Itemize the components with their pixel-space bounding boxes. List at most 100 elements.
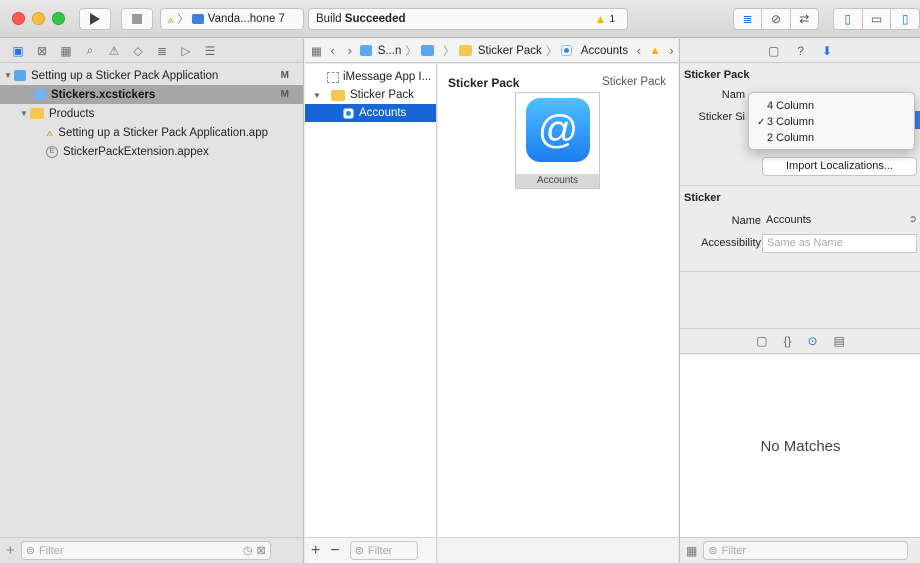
debug-area-toggle-icon[interactable]: ▭ bbox=[863, 9, 892, 29]
sticker-section-title: Sticker bbox=[684, 192, 721, 204]
toolbar: ⟑ 〉 Vanda...hone 7 Build Succeeded ▲ 1 ≣… bbox=[0, 0, 920, 38]
tree-item-project[interactable]: ▼ Setting up a Sticker Pack Application … bbox=[0, 66, 303, 85]
jump-crumb-project[interactable]: S...n bbox=[378, 45, 402, 57]
stop-button[interactable] bbox=[121, 8, 153, 30]
library-filter-field[interactable]: ⊜ Filter bbox=[703, 541, 909, 560]
assistant-editor-icon[interactable]: ⊘ bbox=[762, 9, 791, 29]
tree-item-extension[interactable]: E StickerPackExtension.appex bbox=[0, 142, 303, 161]
file-template-icon[interactable]: ▢ bbox=[756, 334, 767, 348]
modified-badge: M bbox=[280, 70, 289, 81]
asset-filter-field[interactable]: ⊜ Filter bbox=[349, 541, 418, 560]
standard-editor-icon[interactable]: ≣ bbox=[734, 9, 763, 29]
chevron-right-icon: 〉 bbox=[443, 45, 455, 58]
play-icon bbox=[90, 13, 100, 25]
menu-item-3-column[interactable]: ✓ 3 Column bbox=[749, 114, 914, 130]
utilities-toggle-icon[interactable]: ▯ bbox=[891, 9, 919, 29]
disclosure-open-icon[interactable]: ▼ bbox=[311, 91, 323, 100]
issue-icon[interactable]: ⚠ bbox=[102, 44, 126, 58]
add-icon[interactable]: + bbox=[311, 542, 320, 560]
tree-item-label: Stickers.xcstickers bbox=[51, 88, 156, 101]
source-control-icon[interactable]: ⊠ bbox=[30, 44, 54, 58]
view-toggle-control: ▯ ▭ ▯ bbox=[833, 8, 920, 30]
tree-item-products[interactable]: ▼ Products bbox=[0, 104, 303, 123]
device-icon bbox=[191, 14, 204, 24]
search-icon[interactable]: ⌕ bbox=[78, 43, 102, 58]
prev-issue-icon[interactable]: ‹ bbox=[632, 43, 645, 58]
scheme-label: Vanda...hone 7 bbox=[207, 13, 285, 25]
asset-item-accounts[interactable]: Accounts bbox=[305, 104, 436, 122]
filter-placeholder: Filter bbox=[721, 544, 747, 557]
breakpoint-icon[interactable]: ▷ bbox=[174, 44, 198, 58]
folder-icon[interactable]: ▣ bbox=[6, 44, 30, 58]
asset-item-imessage-icon[interactable]: iMessage App I... bbox=[305, 68, 436, 86]
code-snippet-icon[interactable]: {} bbox=[783, 334, 791, 348]
sticker-name-value: Accounts bbox=[766, 214, 812, 226]
object-library-icon[interactable]: ⊙ bbox=[807, 334, 817, 348]
stop-icon bbox=[132, 14, 142, 24]
related-items-icon[interactable]: ▦ bbox=[311, 44, 322, 58]
minimize-window-button[interactable] bbox=[32, 12, 45, 25]
asset-item-label: iMessage App I... bbox=[343, 71, 432, 83]
project-icon bbox=[360, 45, 372, 56]
divider bbox=[680, 271, 920, 272]
disclosure-open-icon[interactable]: ▼ bbox=[2, 71, 14, 80]
navigate-arrow-icon[interactable]: ➲ bbox=[909, 214, 917, 225]
sticker-tile[interactable]: @ Accounts bbox=[515, 92, 600, 189]
sticker-name-label: Name bbox=[731, 215, 761, 227]
report-icon[interactable]: ☰ bbox=[198, 44, 222, 58]
folder-icon bbox=[458, 45, 472, 56]
chevron-right-icon: 〉 bbox=[545, 45, 558, 58]
remove-icon[interactable]: − bbox=[330, 542, 339, 560]
zoom-window-button[interactable] bbox=[52, 12, 65, 25]
disclosure-open-icon[interactable]: ▼ bbox=[18, 109, 30, 118]
sticker-size-label: Sticker Si bbox=[698, 111, 745, 123]
scm-filter-icon[interactable]: ⊠ bbox=[257, 544, 266, 557]
debug-icon[interactable]: ≣ bbox=[150, 44, 174, 58]
version-editor-icon[interactable]: ⇄ bbox=[791, 9, 818, 29]
run-button[interactable] bbox=[79, 8, 111, 30]
help-inspector-icon[interactable]: ? bbox=[797, 44, 804, 58]
import-localizations-button[interactable]: Import Localizations... bbox=[762, 157, 917, 176]
tree-item-stickers[interactable]: Stickers.xcstickers M bbox=[0, 85, 303, 104]
no-matches-text: No Matches bbox=[760, 437, 841, 455]
test-icon[interactable]: ◇ bbox=[126, 44, 150, 58]
asset-item-sticker-pack[interactable]: ▼ Sticker Pack bbox=[305, 86, 436, 104]
activity-status: Build Succeeded ▲ 1 bbox=[308, 8, 628, 30]
navigator-toggle-icon[interactable]: ▯ bbox=[834, 9, 863, 29]
accessibility-field[interactable]: Same as Name bbox=[762, 234, 917, 253]
menu-item-2-column[interactable]: 2 Column bbox=[749, 130, 914, 146]
jump-crumb-pack[interactable]: Sticker Pack bbox=[478, 45, 542, 57]
warning-indicator[interactable]: ▲ 1 bbox=[595, 12, 615, 26]
sticker-name-row: Name Accounts ➲ bbox=[680, 210, 920, 232]
menu-item-4-column[interactable]: 4 Column bbox=[749, 98, 914, 114]
accessibility-placeholder: Same as Name bbox=[767, 237, 843, 249]
jump-crumb-sticker[interactable]: Accounts bbox=[581, 45, 628, 57]
tree-item-label: Setting up a Sticker Pack Application.ap… bbox=[58, 126, 268, 139]
file-inspector-icon[interactable]: ▢ bbox=[768, 44, 779, 58]
filter-placeholder: Filter bbox=[367, 544, 393, 557]
tree-item-label: StickerPackExtension.appex bbox=[63, 145, 209, 158]
add-icon[interactable]: + bbox=[6, 542, 15, 559]
navigator-filter-field[interactable]: ⊜ Filter ◷ ⊠ bbox=[20, 541, 271, 560]
sticker-pack-editor: Sticker Pack Sticker Pack @ Accounts bbox=[438, 64, 678, 563]
next-issue-icon[interactable]: › bbox=[665, 43, 678, 58]
attributes-inspector-icon[interactable]: ⬇ bbox=[822, 44, 832, 58]
symbol-icon[interactable]: ▦ bbox=[54, 44, 78, 58]
media-library-icon[interactable]: ▤ bbox=[834, 334, 845, 348]
editor-title: Sticker Pack bbox=[448, 76, 520, 90]
sticker-tile-label: Accounts bbox=[516, 174, 599, 188]
jump-bar: ▦ ‹ › S...n 〉 〉 Sticker Pack 〉 Accounts … bbox=[305, 39, 678, 63]
recent-files-icon[interactable]: ◷ bbox=[243, 544, 253, 557]
tree-item-app[interactable]: ⟑ Setting up a Sticker Pack Application.… bbox=[0, 123, 303, 142]
back-arrow-icon[interactable]: ‹ bbox=[326, 43, 339, 58]
folder-icon[interactable] bbox=[420, 45, 435, 56]
sticker-name-field[interactable]: Accounts bbox=[762, 212, 917, 231]
forward-arrow-icon[interactable]: › bbox=[343, 43, 356, 58]
popup-button-edge bbox=[915, 111, 920, 129]
close-window-button[interactable] bbox=[12, 12, 25, 25]
grid-view-icon[interactable]: ▦ bbox=[686, 544, 697, 558]
warning-icon[interactable]: ▲ bbox=[649, 45, 660, 57]
folder-icon bbox=[331, 89, 345, 101]
scheme-selector[interactable]: ⟑ 〉 Vanda...hone 7 bbox=[160, 8, 304, 30]
asset-list: iMessage App I... ▼ Sticker Pack Account… bbox=[305, 64, 437, 563]
